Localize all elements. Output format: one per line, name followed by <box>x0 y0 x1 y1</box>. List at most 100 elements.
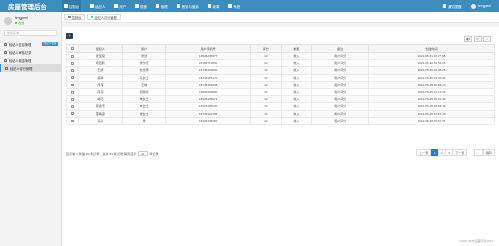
select-all-checkbox[interactable] <box>71 47 74 51</box>
user-panel: fengpeel 在线 <box>0 12 61 29</box>
row-checkbox[interactable] <box>71 62 74 65</box>
table-cell: 15935435230 <box>165 102 251 111</box>
col-created[interactable]: 创建时间 <box>368 44 495 53</box>
row-select-cell[interactable] <box>66 51 79 61</box>
table-cell: 杜欣雨 <box>121 66 167 75</box>
row-checkbox[interactable] <box>71 83 74 87</box>
user-status: 在线 <box>15 21 28 25</box>
table-cell: 2022-05-30 16:45:25 <box>368 66 495 75</box>
row-checkbox[interactable] <box>71 90 74 94</box>
sidebar-item-rating[interactable]: 经纪人评分管理 <box>0 64 61 72</box>
table-cell: 用户评分 <box>311 109 369 118</box>
nav-item-manage[interactable]: 管理 <box>155 4 168 9</box>
table-row[interactable]: 周海 王琳 15735453608 10 收入 用户评分 2022-05-29 16:56:… <box>66 80 495 89</box>
table-cell: 2022-05-31 10:27:58 <box>368 51 495 61</box>
table-cell: 周海 <box>78 80 123 89</box>
table-row[interactable]: 冯兴朱 15935405660 10 收入 用户评分 2022-05-28 15:57:0… <box>66 116 495 125</box>
rating-table: 经纪人 用户 用户手机号 评分 类型 备注 创建时间 张国强 张欣 13546245… <box>66 44 495 125</box>
row-select-cell[interactable] <box>66 109 79 118</box>
table-cell: 张国强 <box>78 51 123 61</box>
table-row[interactable]: 董曦源 张女士 15735432756 10 收入 用户评分 2022-05-29 15:5… <box>66 109 495 118</box>
table-row[interactable]: 张国强 张欣 13546245577 10 收入 用户评分 2022-05-31 10:27… <box>66 51 495 61</box>
table-cell: 收入 <box>280 80 313 89</box>
user-avatar-small[interactable] <box>471 3 477 9</box>
col-type[interactable]: 类型 <box>280 44 313 53</box>
table-cell: 10 <box>249 87 282 97</box>
sidebar-item-audit[interactable]: 经纪人审核记录 <box>0 48 61 56</box>
table-cell: 蔡鑫茂 <box>78 102 123 111</box>
sidebar-item-commission[interactable]: 经纪人佣金管理 <box>0 56 61 64</box>
nav-item-system[interactable]: 系统 <box>228 4 240 9</box>
select-all-header[interactable] <box>66 44 79 53</box>
row-select-cell[interactable] <box>66 95 79 104</box>
nav-item-agent[interactable]: 经纪人 <box>90 4 105 9</box>
table-cell: 收入 <box>280 66 313 75</box>
top-navbar: 房屋管理后台 控制台 经纪人 用户 楼盘 管理 服务与营销 新闻 系统 通知提醒… <box>0 0 499 12</box>
table-header-row: 经纪人 用户 用户手机号 评分 类型 备注 创建时间 <box>66 44 495 53</box>
search-icon[interactable]: ⌕ <box>483 36 491 42</box>
table-cell: 2022-05-30 16:54:18 <box>368 59 495 68</box>
doc-icon <box>5 66 8 70</box>
table-row[interactable]: 蔡琳 冯女士 18736465121 10 收入 用户评分 2022-05-30 16:46… <box>66 73 495 82</box>
nav-item-users[interactable]: 用户 <box>114 4 126 9</box>
table-cell: 胡巧 <box>78 95 123 104</box>
doc-icon <box>4 50 7 54</box>
page-size-select[interactable]: 10 <box>137 151 148 156</box>
menu-badge: 经纪人管理 <box>42 42 58 46</box>
col-phone[interactable]: 用户手机号 <box>165 44 251 53</box>
tab-agent-rating[interactable]: 经纪人评分管理 <box>87 14 121 20</box>
table-row[interactable]: 杨西鹏 黄尔天 15182712800 10 收入 用户评分 2022-05-30 16:5… <box>66 59 495 68</box>
next-page-button[interactable]: 下一页 <box>452 149 468 156</box>
table-cell: 贾鹏跃 <box>121 87 167 97</box>
table-cell: 2022-05-29 19:14:46 <box>368 87 495 97</box>
nav-item-service[interactable]: 服务与营销 <box>176 4 199 9</box>
table-row[interactable]: 蔡鑫茂 朱女士 15935435230 10 收入 用户评分 2022-05-29 18:5… <box>66 102 495 111</box>
table-cell: 收入 <box>280 87 313 97</box>
table-cell: 10 <box>249 102 282 111</box>
row-checkbox[interactable] <box>71 54 74 58</box>
row-select-cell[interactable] <box>66 66 79 75</box>
col-user[interactable]: 用户 <box>121 44 167 53</box>
prev-page-button[interactable]: 上一页 <box>416 149 432 156</box>
table-cell: 用户评分 <box>311 59 369 68</box>
col-remark[interactable]: 备注 <box>311 44 369 53</box>
row-select-cell[interactable] <box>66 80 79 89</box>
row-checkbox[interactable] <box>71 119 74 123</box>
row-select-cell[interactable] <box>66 73 79 82</box>
row-select-cell[interactable] <box>66 59 79 68</box>
row-checkbox[interactable] <box>71 105 74 108</box>
home-icon <box>64 4 68 8</box>
sidebar-item-agent-info[interactable]: 经纪人信息管理 经纪人管理 <box>0 40 61 48</box>
tab-dashboard[interactable]: 控制台 <box>64 14 86 20</box>
home-icon <box>68 15 71 19</box>
table-cell: 冯兴 <box>78 116 123 125</box>
add-button[interactable]: + <box>66 33 73 39</box>
columns-icon[interactable]: ▦▾ <box>464 36 472 42</box>
row-select-cell[interactable] <box>66 87 79 97</box>
table-cell: 收入 <box>280 102 313 111</box>
nav-item-buildings[interactable]: 楼盘 <box>135 4 147 9</box>
row-checkbox[interactable] <box>71 76 74 80</box>
table-row[interactable]: 周海 贾鹏跃 15836939800 10 收入 用户评分 2022-05-29 19:14… <box>66 87 495 97</box>
col-agent[interactable]: 经纪人 <box>78 44 123 53</box>
table-row[interactable]: 胡巧 朱女士 15935435673 10 收入 用户评分 2022-05-29 19:01… <box>66 95 495 104</box>
table-cell: 2022-05-29 16:56:10 <box>368 80 495 89</box>
row-checkbox[interactable] <box>71 69 74 73</box>
user-menu[interactable]: fengpeel <box>478 4 491 8</box>
nav-item-dashboard[interactable]: 控制台 <box>62 0 82 12</box>
page-jump-button[interactable]: 跳转 <box>482 149 495 156</box>
col-score[interactable]: 评分 <box>249 44 282 53</box>
row-checkbox[interactable] <box>71 112 74 116</box>
row-checkbox[interactable] <box>71 98 74 101</box>
table-tools: ▦▾ ↻ ⌕ <box>463 36 491 42</box>
row-select-cell[interactable] <box>66 116 79 125</box>
table-cell: 张女士 <box>121 109 167 118</box>
nav-item-news[interactable]: 新闻 <box>207 4 219 9</box>
table-row[interactable]: 王娇 杜欣雨 15735432820 10 收入 用户评分 2022-05-30 16:45… <box>66 66 495 75</box>
active-dot-icon <box>91 16 94 18</box>
notice-link[interactable]: 通知提醒 <box>448 4 462 9</box>
row-select-cell[interactable] <box>66 102 79 111</box>
refresh-icon[interactable]: ↻ <box>473 36 482 42</box>
bell-icon[interactable] <box>442 4 447 8</box>
sidebar-search-input[interactable]: 搜索菜单 <box>4 30 57 36</box>
